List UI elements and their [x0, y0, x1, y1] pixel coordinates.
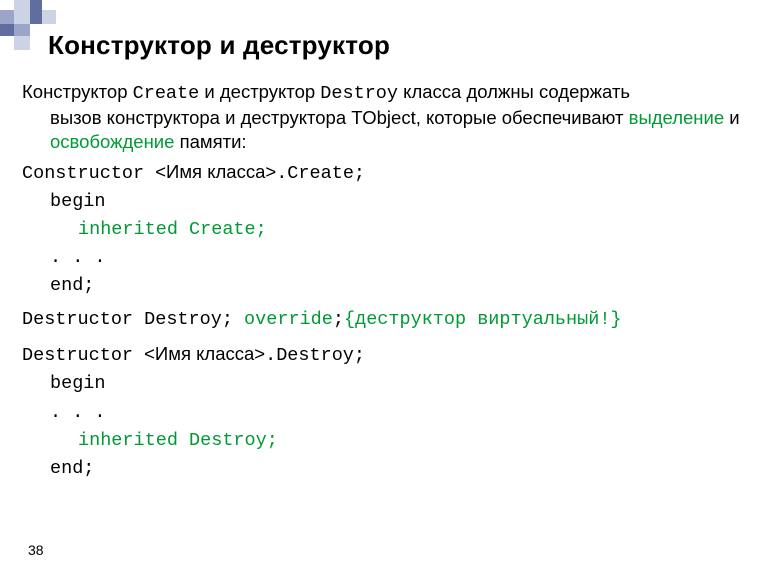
code-line: begin — [22, 190, 746, 214]
code-line: begin — [22, 372, 746, 396]
code-line: Destructor Destroy; override;{деструктор… — [22, 308, 746, 332]
intro-text: вызов конструктора и деструктора TObject… — [50, 107, 629, 128]
intro-text: и деструктор — [199, 81, 320, 102]
intro-text: Конструктор — [22, 81, 133, 102]
code-text: .Create; — [276, 163, 365, 184]
constructor-code-block: Constructor <Имя класса>.Create; begin i… — [22, 160, 746, 298]
intro-text: памяти: — [174, 131, 246, 152]
code-line-dots: . . . — [22, 246, 746, 270]
intro-text: класса должны содержать — [398, 81, 630, 102]
code-line-dots: . . . — [22, 401, 746, 425]
highlight-allocation: выделение — [629, 107, 725, 128]
slide: Конструктор и деструктор Конструктор Cre… — [0, 0, 768, 576]
kw-constructor: Constructor — [22, 163, 155, 184]
destructor-code-block: Destructor <Имя класса>.Destroy; begin .… — [22, 342, 746, 480]
highlight-release: освобождение — [50, 131, 174, 152]
code-text: ; — [333, 309, 344, 330]
destructor-proto-block: Destructor Destroy; override;{деструктор… — [22, 308, 746, 332]
code-word-create: Create — [133, 83, 200, 104]
kw-destructor: Destructor Destroy; — [22, 309, 244, 330]
placeholder-classname: <Имя класса> — [144, 343, 265, 364]
placeholder-classname: <Имя класса> — [155, 161, 276, 182]
code-line-inherited: inherited Destroy; — [22, 429, 746, 453]
code-line: end; — [22, 274, 746, 298]
code-word-destroy: Destroy — [320, 83, 398, 104]
intro-text: и — [724, 107, 739, 128]
slide-body: Конструктор Create и деструктор Destroy … — [22, 80, 746, 491]
code-line: Destructor <Имя класса>.Destroy; — [22, 342, 746, 368]
code-line-inherited: inherited Create; — [22, 218, 746, 242]
kw-override: override — [244, 309, 333, 330]
kw-destructor: Destructor — [22, 345, 144, 366]
code-line: Constructor <Имя класса>.Create; — [22, 160, 746, 186]
page-number: 38 — [28, 542, 44, 558]
intro-paragraph: Конструктор Create и деструктор Destroy … — [22, 80, 746, 154]
code-line: end; — [22, 457, 746, 481]
slide-title: Конструктор и деструктор — [48, 30, 390, 61]
code-comment: {деструктор виртуальный!} — [344, 309, 622, 330]
code-text: .Destroy; — [265, 345, 365, 366]
